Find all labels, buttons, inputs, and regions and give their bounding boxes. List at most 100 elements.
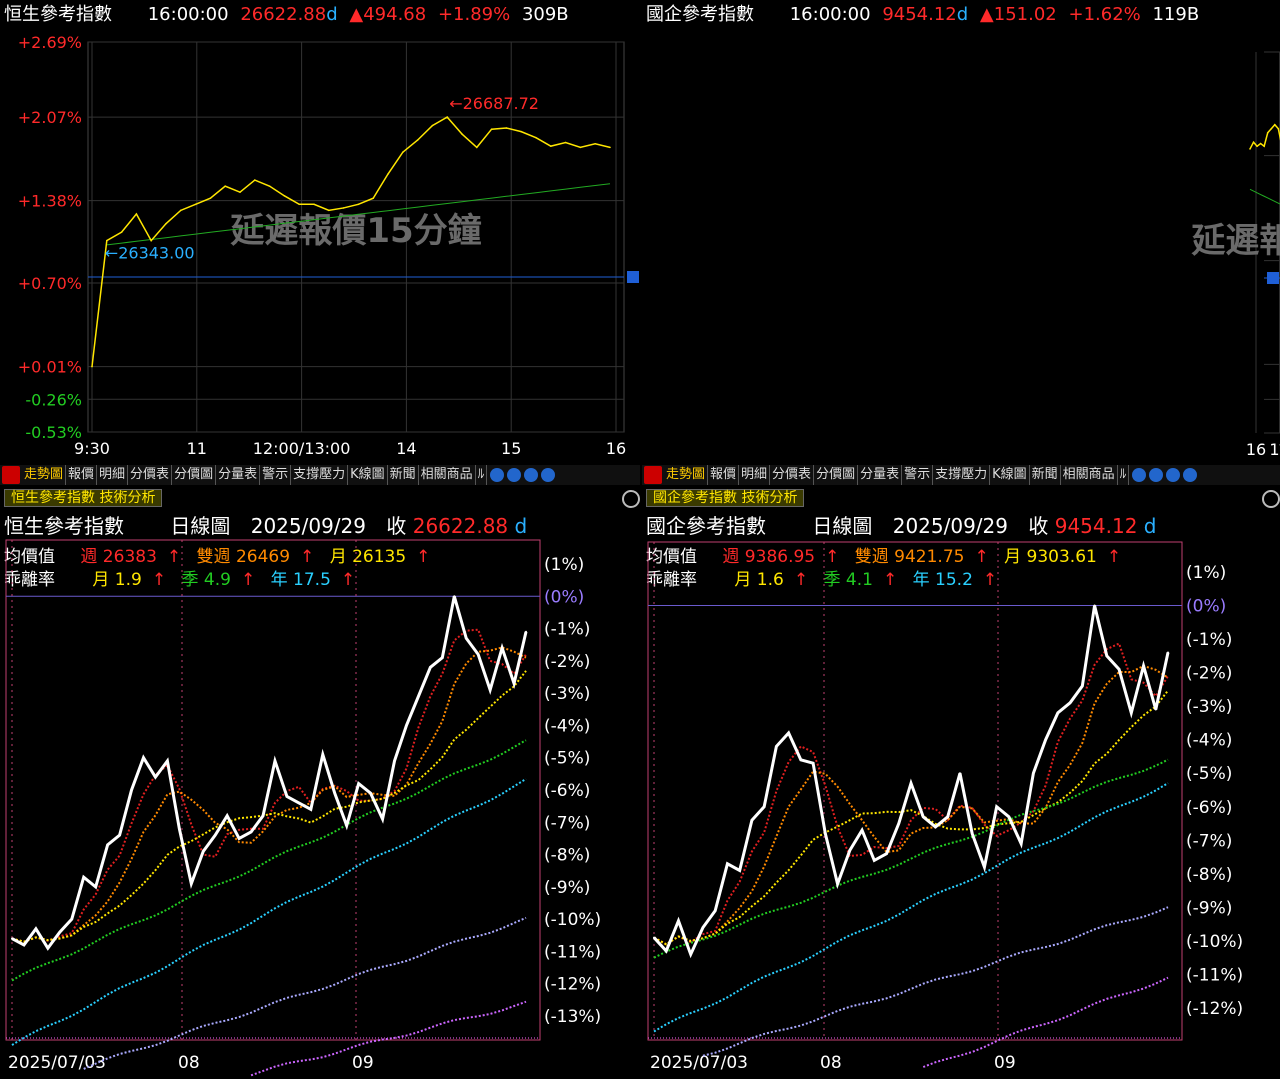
price-point xyxy=(446,116,449,118)
y-tick-label: (-4%) xyxy=(544,716,590,736)
price-point xyxy=(387,173,389,175)
x-tick-label: 15 xyxy=(1269,440,1280,459)
nav-up-icon[interactable] xyxy=(507,468,522,482)
close-point xyxy=(34,927,37,930)
tab-3[interactable]: 分價表 xyxy=(128,465,173,485)
tab-5[interactable]: 分量表 xyxy=(858,465,903,485)
price-point xyxy=(1256,145,1258,148)
tab-5[interactable]: 分量表 xyxy=(216,465,261,485)
close-point xyxy=(1130,711,1133,714)
nav-down-icon[interactable] xyxy=(524,468,539,482)
long-ma-line xyxy=(702,906,1169,1057)
close-point xyxy=(118,834,121,837)
delay-watermark: 延遲報價15分鐘 xyxy=(1191,221,1280,261)
intraday-panel-hscei: 國企參考指數 16:00:00 9454.12d ▲151.02 +1.62% … xyxy=(642,0,1280,486)
close-point xyxy=(689,953,692,956)
close-point xyxy=(202,850,205,853)
close-point xyxy=(1105,654,1108,657)
tab-7[interactable]: 支撐壓力 xyxy=(933,465,991,485)
close-point xyxy=(465,637,468,640)
high-label: ←26687.72 xyxy=(449,94,539,113)
price-point xyxy=(431,124,434,127)
x-tick-label: 14 xyxy=(396,439,416,458)
price-point xyxy=(1259,142,1262,145)
intraday-chart: +2.69%+2.07%+1.38%+0.70%+0.01%-0.26%-0.5… xyxy=(18,33,639,458)
tab-10[interactable]: 相關商品 xyxy=(1061,465,1118,485)
tab-4[interactable]: 分價圖 xyxy=(814,465,859,485)
close-point xyxy=(513,682,516,685)
price-point xyxy=(313,203,315,206)
close-point xyxy=(1081,685,1084,688)
alert-bell-icon[interactable] xyxy=(2,466,20,484)
close-point xyxy=(763,805,766,808)
close-point xyxy=(885,852,888,855)
tab-7[interactable]: 支撐壓力 xyxy=(291,465,349,485)
close-point xyxy=(958,772,961,775)
tab-1[interactable]: 報價 xyxy=(708,465,740,485)
y-tick-label: (-10%) xyxy=(1186,932,1243,952)
price-point xyxy=(165,222,167,225)
month-ma-line xyxy=(653,689,1169,946)
tab-10[interactable]: 相關商品 xyxy=(419,465,476,485)
close-point xyxy=(983,866,986,869)
long-ma-line xyxy=(83,916,527,1070)
close-point xyxy=(154,776,157,779)
price-point xyxy=(402,151,404,154)
x-tick-label: 12:00/13:00 xyxy=(253,439,351,458)
tab-8[interactable]: K線圖 xyxy=(990,465,1030,485)
daily-panel-hsi: 恒生參考指數 技術分析 恒生參考指數 日線圖 2025/09/29 收 2662… xyxy=(0,488,640,1079)
y-tick-label: (0%) xyxy=(1186,597,1226,617)
tab-9[interactable]: 新聞 xyxy=(388,465,419,485)
close-point xyxy=(393,759,396,762)
tab-3[interactable]: 分價表 xyxy=(770,465,815,485)
x-tick-label: 15 xyxy=(501,439,521,458)
x-tick-label: 09 xyxy=(352,1053,374,1073)
close-point xyxy=(848,849,851,852)
y-tick-label: (-6%) xyxy=(1186,798,1232,818)
nav-down-icon[interactable] xyxy=(1166,468,1181,482)
close-point xyxy=(861,829,864,832)
tab-2[interactable]: 明細 xyxy=(97,465,129,485)
close-point xyxy=(477,653,480,656)
tab-2[interactable]: 明細 xyxy=(739,465,771,485)
close-line xyxy=(652,605,1170,959)
close-point xyxy=(130,789,133,791)
close-point xyxy=(262,814,265,817)
close-point xyxy=(653,936,655,939)
price-point xyxy=(328,209,330,212)
nav-next-icon[interactable] xyxy=(541,468,556,482)
close-point xyxy=(1056,711,1059,714)
daily-chart: (1%) (0%) (-1%) (-2%) (-3%) (-4%) (-5%) (-6%) (-… xyxy=(647,541,1243,1073)
price-point xyxy=(91,365,93,368)
close-point xyxy=(297,801,300,804)
price-point xyxy=(298,203,301,206)
price-point xyxy=(342,207,345,209)
price-point xyxy=(180,209,182,212)
price-point xyxy=(372,197,375,200)
close-point xyxy=(995,805,998,808)
price-point xyxy=(1263,145,1265,148)
nav-prev-icon[interactable] xyxy=(490,468,505,482)
nav-prev-icon[interactable] xyxy=(1132,468,1147,482)
tab-6[interactable]: 警示 xyxy=(260,465,292,485)
close-point xyxy=(1069,701,1072,704)
tab-0[interactable]: 走勢圖 xyxy=(22,465,67,485)
tab-9[interactable]: 新聞 xyxy=(1030,465,1061,485)
close-point xyxy=(910,782,912,785)
tab-11[interactable]: ﾙ xyxy=(1118,465,1130,485)
tab-11[interactable]: ﾙ xyxy=(476,465,488,485)
nav-up-icon[interactable] xyxy=(1149,468,1164,482)
y-tick-label: (-6%) xyxy=(544,781,590,801)
tab-8[interactable]: K線圖 xyxy=(348,465,388,485)
y-tick-label: (-12%) xyxy=(1186,999,1243,1019)
y-tick-label: (-9%) xyxy=(544,878,590,898)
alert-bell-icon[interactable] xyxy=(644,466,662,484)
close-point xyxy=(946,815,949,818)
tab-0[interactable]: 走勢圖 xyxy=(664,465,709,485)
tab-1[interactable]: 報價 xyxy=(66,465,98,485)
tab-6[interactable]: 警示 xyxy=(902,465,934,485)
y-tick-label: (-7%) xyxy=(1186,831,1232,851)
price-point xyxy=(1252,141,1255,144)
nav-next-icon[interactable] xyxy=(1183,468,1198,482)
tab-4[interactable]: 分價圖 xyxy=(172,465,217,485)
